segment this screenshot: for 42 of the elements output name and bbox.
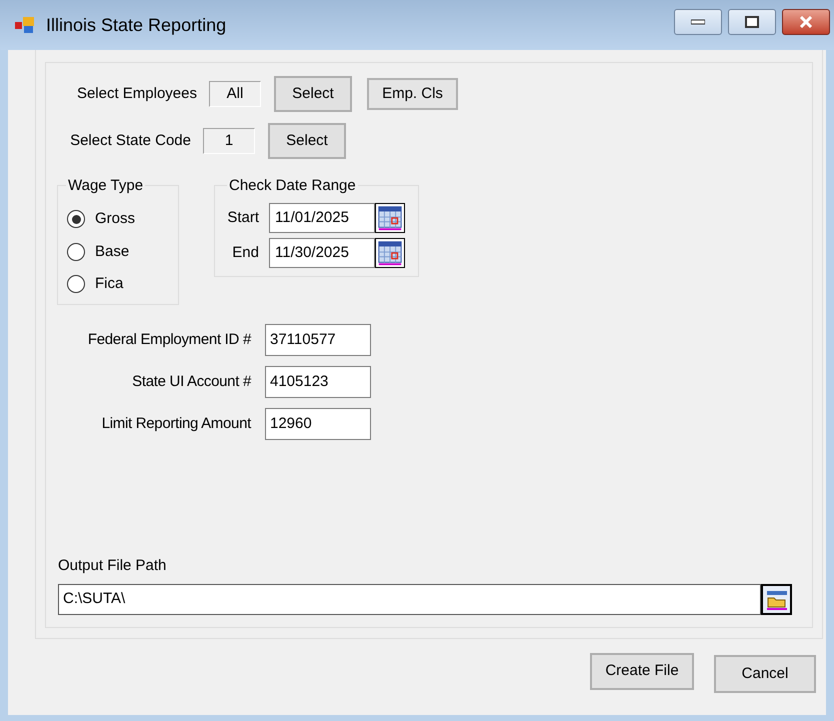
input-field[interactable]: 12960	[265, 408, 371, 440]
button[interactable]: Create File	[590, 653, 694, 690]
input-field[interactable]: 37110577	[265, 324, 371, 356]
maximize-button[interactable]	[728, 9, 776, 35]
window-title: Illinois State Reporting	[46, 14, 226, 37]
field-label: Select Employees	[76, 84, 198, 104]
radio-button[interactable]	[67, 275, 85, 294]
field-label: Select State Code	[69, 130, 192, 151]
radio-option[interactable]: Base	[67, 240, 130, 263]
radio-label: Gross	[95, 209, 136, 229]
radio-label: Fica	[95, 274, 124, 294]
close-button[interactable]	[782, 9, 830, 35]
calendar-icon[interactable]	[375, 203, 405, 233]
button[interactable]: Select	[274, 76, 352, 112]
field-label: State UI Account #	[131, 372, 251, 392]
radio-button[interactable]	[67, 242, 85, 261]
app-icon	[14, 16, 36, 34]
field-label: Output File Path	[58, 556, 166, 576]
radio-label: Base	[95, 242, 130, 262]
button[interactable]: Cancel	[714, 655, 816, 693]
display-field: 1	[203, 128, 255, 154]
field-label: End	[231, 242, 260, 263]
browse-button[interactable]	[761, 584, 792, 615]
input-field[interactable]: 4105123	[265, 366, 371, 398]
date-field[interactable]: 11/01/2025	[269, 203, 375, 233]
radio-button[interactable]	[67, 210, 85, 228]
minimize-icon	[691, 19, 705, 25]
calendar-icon[interactable]	[375, 238, 405, 268]
folder-icon	[766, 590, 788, 610]
button[interactable]: Select	[268, 123, 346, 159]
radio-option[interactable]: Gross	[67, 208, 136, 230]
restore-icon	[745, 16, 759, 28]
field-label: Limit Reporting Amount	[100, 414, 251, 434]
date-field[interactable]: 11/30/2025	[269, 238, 375, 268]
display-field: All	[209, 81, 261, 107]
input-field[interactable]: C:\SUTA\	[58, 584, 761, 615]
button[interactable]: Emp. Cls	[367, 78, 458, 110]
field-label: Start	[226, 208, 260, 228]
field-label: Federal Employment ID #	[86, 330, 251, 350]
close-icon	[799, 16, 813, 28]
minimize-button[interactable]	[674, 9, 722, 35]
radio-option[interactable]: Fica	[67, 273, 124, 296]
